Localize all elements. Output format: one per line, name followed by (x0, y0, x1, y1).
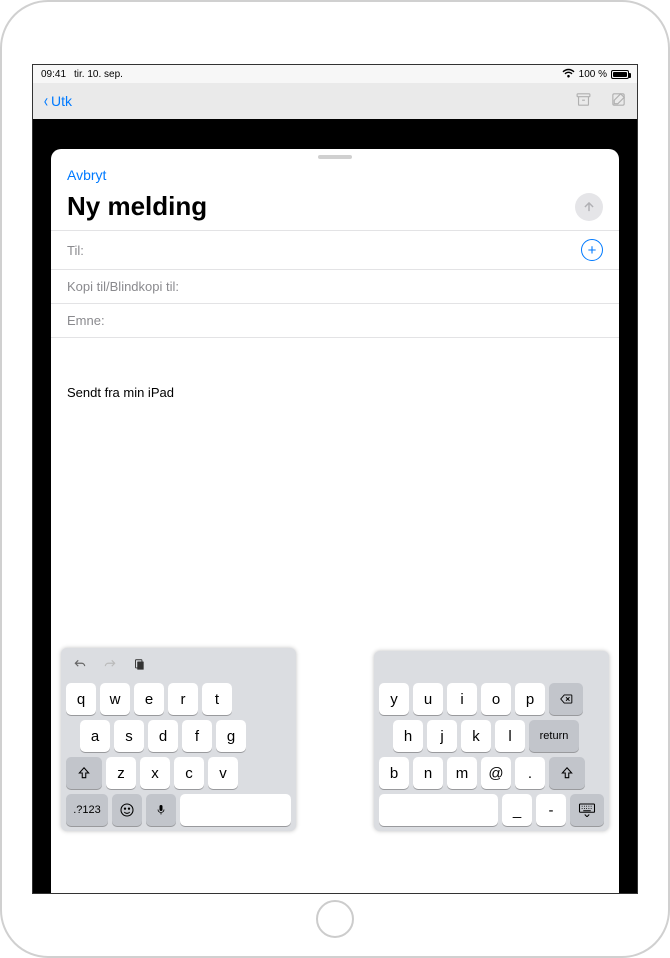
battery-percent: 100 % (579, 69, 607, 80)
key-dot[interactable]: . (515, 757, 545, 789)
key-w[interactable]: w (100, 683, 130, 715)
key-e[interactable]: e (134, 683, 164, 715)
key-j[interactable]: j (427, 720, 457, 752)
key-o[interactable]: o (481, 683, 511, 715)
key-h[interactable]: h (393, 720, 423, 752)
key-p[interactable]: p (515, 683, 545, 715)
subject-label: Emne: (67, 313, 105, 328)
space-key-right[interactable] (379, 794, 498, 826)
return-key[interactable]: return (529, 720, 579, 752)
key-v[interactable]: v (208, 757, 238, 789)
key-k[interactable]: k (461, 720, 491, 752)
key-q[interactable]: q (66, 683, 96, 715)
sheet-grabber[interactable] (318, 155, 352, 159)
key-x[interactable]: x (140, 757, 170, 789)
key-r[interactable]: r (168, 683, 198, 715)
redo-icon[interactable] (102, 658, 118, 676)
emoji-key[interactable] (112, 794, 142, 826)
numeric-key[interactable]: .?123 (66, 794, 108, 826)
dictation-key[interactable] (146, 794, 176, 826)
keyboard-right-half: y u i o p h j k l return b (374, 651, 609, 831)
key-u[interactable]: u (413, 683, 443, 715)
to-label: Til: (67, 243, 84, 258)
status-time: 09:41 (41, 69, 66, 80)
home-button[interactable] (316, 900, 354, 938)
key-g[interactable]: g (216, 720, 246, 752)
clipboard-icon[interactable] (132, 657, 146, 677)
back-label[interactable]: Utk (51, 93, 72, 109)
battery-icon (611, 70, 629, 79)
key-m[interactable]: m (447, 757, 477, 789)
key-c[interactable]: c (174, 757, 204, 789)
wifi-icon (562, 68, 575, 81)
compose-icon[interactable] (610, 91, 627, 111)
add-contact-button[interactable]: + (581, 239, 603, 261)
backspace-key[interactable] (549, 683, 583, 715)
subject-field-row[interactable]: Emne: (51, 304, 619, 338)
to-field-row[interactable]: Til: + (51, 230, 619, 270)
key-i[interactable]: i (447, 683, 477, 715)
key-l[interactable]: l (495, 720, 525, 752)
undo-icon[interactable] (72, 658, 88, 676)
keyboard-left-half: q w e r t a s d f g z (61, 648, 296, 831)
key-t[interactable]: t (202, 683, 232, 715)
cc-bcc-label: Kopi til/Blindkopi til: (67, 279, 179, 294)
key-f[interactable]: f (182, 720, 212, 752)
key-b[interactable]: b (379, 757, 409, 789)
key-underscore[interactable]: _ (502, 794, 532, 826)
space-key-left[interactable] (180, 794, 291, 826)
key-at[interactable]: @ (481, 757, 511, 789)
send-button[interactable] (575, 193, 603, 221)
key-hyphen[interactable]: - (536, 794, 566, 826)
cc-bcc-field-row[interactable]: Kopi til/Blindkopi til: (51, 270, 619, 304)
hide-keyboard-key[interactable] (570, 794, 604, 826)
cancel-button[interactable]: Avbryt (67, 165, 106, 185)
key-s[interactable]: s (114, 720, 144, 752)
shift-key-right[interactable] (549, 757, 585, 789)
key-n[interactable]: n (413, 757, 443, 789)
shift-key-left[interactable] (66, 757, 102, 789)
key-z[interactable]: z (106, 757, 136, 789)
ipad-frame: 09:41 tir. 10. sep. 100 % ‹ Utk (0, 0, 670, 958)
key-y[interactable]: y (379, 683, 409, 715)
compose-title: Ny melding (67, 191, 207, 222)
email-signature: Sendt fra min iPad (67, 385, 603, 400)
archive-icon[interactable] (575, 91, 592, 111)
screen: 09:41 tir. 10. sep. 100 % ‹ Utk (32, 64, 638, 894)
key-d[interactable]: d (148, 720, 178, 752)
status-bar: 09:41 tir. 10. sep. 100 % (33, 65, 637, 83)
status-date: tir. 10. sep. (74, 69, 123, 80)
background-mail-toolbar: ‹ Utk (33, 83, 637, 119)
key-a[interactable]: a (80, 720, 110, 752)
chevron-left-icon[interactable]: ‹ (44, 91, 48, 112)
